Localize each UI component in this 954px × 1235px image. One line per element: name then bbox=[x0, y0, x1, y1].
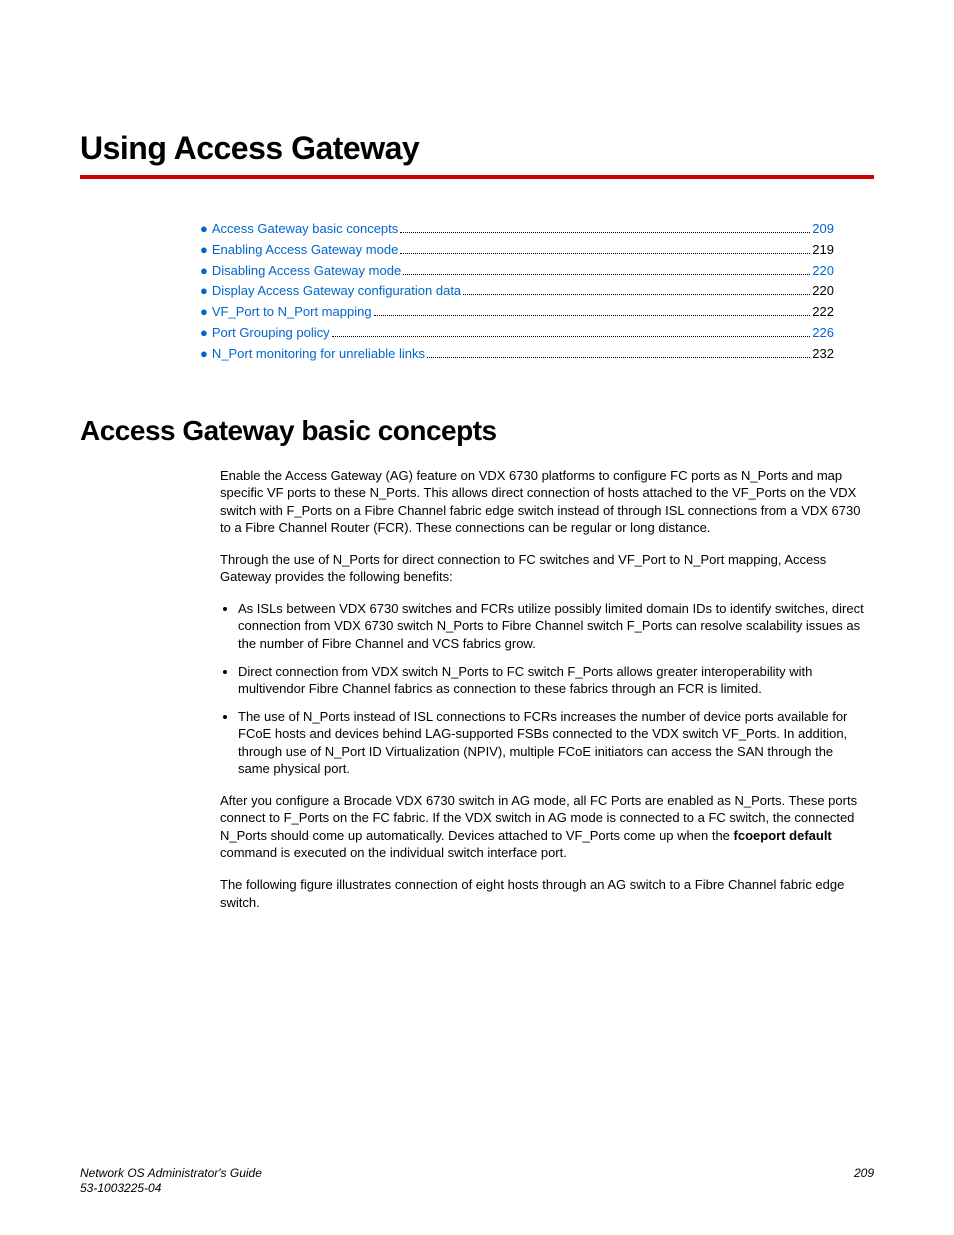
toc-leader-dots bbox=[403, 274, 810, 275]
section-title: Access Gateway basic concepts bbox=[80, 415, 874, 447]
benefit-list: As ISLs between VDX 6730 switches and FC… bbox=[220, 600, 864, 778]
toc-link[interactable]: Enabling Access Gateway mode bbox=[212, 240, 398, 261]
toc-page-number[interactable]: 219 bbox=[812, 240, 834, 261]
toc-row: ●VF_Port to N_Port mapping 222 bbox=[200, 302, 834, 323]
toc-page-number[interactable]: 220 bbox=[812, 261, 834, 282]
toc-link[interactable]: Access Gateway basic concepts bbox=[212, 219, 398, 240]
toc-link[interactable]: VF_Port to N_Port mapping bbox=[212, 302, 372, 323]
paragraph: After you configure a Brocade VDX 6730 s… bbox=[220, 792, 864, 862]
toc-row: ●Display Access Gateway configuration da… bbox=[200, 281, 834, 302]
toc-bullet-icon: ● bbox=[200, 240, 208, 261]
paragraph: Enable the Access Gateway (AG) feature o… bbox=[220, 467, 864, 537]
chapter-toc: ●Access Gateway basic concepts209●Enabli… bbox=[200, 219, 834, 365]
command-name: fcoeport default bbox=[734, 828, 832, 843]
toc-bullet-icon: ● bbox=[200, 344, 208, 365]
toc-leader-dots bbox=[400, 253, 810, 254]
toc-row: ●Access Gateway basic concepts 209 bbox=[200, 219, 834, 240]
toc-link[interactable]: Display Access Gateway configuration dat… bbox=[212, 281, 461, 302]
toc-leader-dots bbox=[463, 294, 810, 295]
toc-row: ●Enabling Access Gateway mode 219 bbox=[200, 240, 834, 261]
toc-page-number[interactable]: 220 bbox=[812, 281, 834, 302]
section-body: Enable the Access Gateway (AG) feature o… bbox=[220, 467, 864, 911]
toc-bullet-icon: ● bbox=[200, 302, 208, 323]
toc-link[interactable]: Port Grouping policy bbox=[212, 323, 330, 344]
footer-page-number: 209 bbox=[854, 1166, 874, 1197]
toc-bullet-icon: ● bbox=[200, 261, 208, 282]
toc-bullet-icon: ● bbox=[200, 281, 208, 302]
list-item: The use of N_Ports instead of ISL connec… bbox=[238, 708, 864, 778]
paragraph: The following figure illustrates connect… bbox=[220, 876, 864, 911]
list-item: As ISLs between VDX 6730 switches and FC… bbox=[238, 600, 864, 653]
footer-doc-title: Network OS Administrator's Guide bbox=[80, 1166, 262, 1182]
toc-page-number[interactable]: 232 bbox=[812, 344, 834, 365]
toc-page-number[interactable]: 222 bbox=[812, 302, 834, 323]
toc-bullet-icon: ● bbox=[200, 323, 208, 344]
footer-doc-number: 53-1003225-04 bbox=[80, 1181, 262, 1197]
toc-link[interactable]: Disabling Access Gateway mode bbox=[212, 261, 401, 282]
toc-leader-dots bbox=[374, 315, 811, 316]
toc-row: ●N_Port monitoring for unreliable links 2… bbox=[200, 344, 834, 365]
toc-row: ●Port Grouping policy 226 bbox=[200, 323, 834, 344]
toc-page-number[interactable]: 226 bbox=[812, 323, 834, 344]
chapter-rule bbox=[80, 175, 874, 179]
text: command is executed on the individual sw… bbox=[220, 845, 567, 860]
toc-leader-dots bbox=[427, 357, 810, 358]
list-item: Direct connection from VDX switch N_Port… bbox=[238, 663, 864, 698]
toc-bullet-icon: ● bbox=[200, 219, 208, 240]
toc-leader-dots bbox=[400, 232, 810, 233]
toc-page-number[interactable]: 209 bbox=[812, 219, 834, 240]
toc-row: ●Disabling Access Gateway mode 220 bbox=[200, 261, 834, 282]
toc-leader-dots bbox=[332, 336, 811, 337]
page-footer: Network OS Administrator's Guide 53-1003… bbox=[80, 1166, 874, 1197]
paragraph: Through the use of N_Ports for direct co… bbox=[220, 551, 864, 586]
chapter-title: Using Access Gateway bbox=[80, 130, 874, 167]
toc-link[interactable]: N_Port monitoring for unreliable links bbox=[212, 344, 425, 365]
